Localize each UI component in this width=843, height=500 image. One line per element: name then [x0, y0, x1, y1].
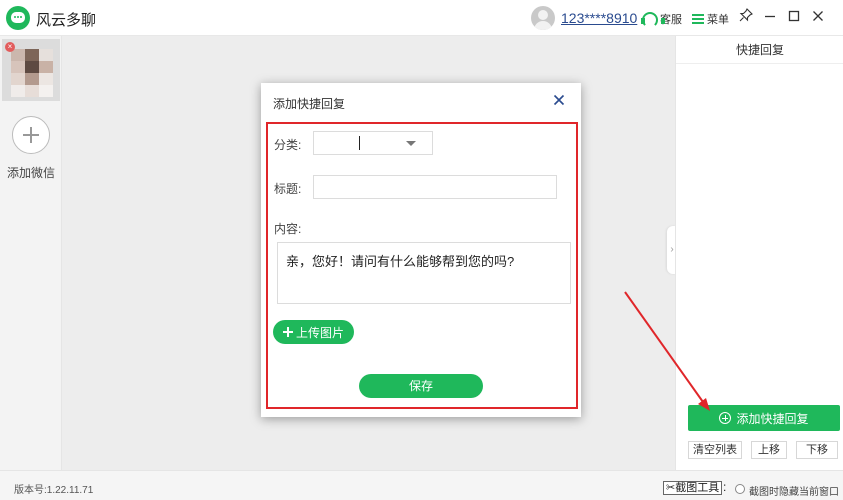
user-avatar-icon[interactable] [531, 6, 555, 30]
content-textarea[interactable]: 亲，您好！请问有什么能够帮到您的吗? [277, 242, 571, 304]
add-wechat-label[interactable]: 添加微信 [0, 164, 62, 181]
user-name-link[interactable]: 123****8910 [561, 10, 637, 26]
status-bar: 版本号:1.22.11.71 ✂截图工具 : 截图时隐藏当前窗口 [0, 470, 843, 500]
close-icon [813, 11, 823, 21]
blurred-avatar-image [11, 49, 53, 97]
close-window-button[interactable] [809, 8, 827, 26]
quick-reply-header: 快捷回复 [676, 36, 843, 64]
maximize-icon [788, 10, 800, 22]
save-button[interactable]: 保存 [359, 374, 483, 398]
upload-image-button[interactable]: 上传图片 [273, 320, 354, 344]
text-caret [359, 136, 360, 150]
maximize-button[interactable] [785, 8, 803, 26]
menu-icon [692, 14, 704, 24]
quick-reply-panel: 快捷回复 添加快捷回复 清空列表 上移 下移 [675, 36, 843, 470]
menu-label: 菜单 [707, 14, 729, 26]
menu-button[interactable]: 菜单 [692, 11, 729, 27]
chat-bubble-logo-icon [6, 6, 30, 30]
upload-image-label: 上传图片 [295, 325, 344, 340]
minimize-button[interactable] [761, 8, 779, 26]
add-quick-reply-label: 添加快捷回复 [736, 411, 809, 426]
close-icon [553, 94, 565, 106]
colon-separator: : [723, 480, 727, 494]
wechat-account-avatar[interactable]: × [2, 39, 60, 101]
title-label: 标题: [274, 182, 302, 196]
pin-icon [739, 8, 753, 22]
pin-button[interactable] [737, 8, 755, 26]
category-select[interactable] [313, 131, 433, 155]
add-wechat-button[interactable] [12, 116, 50, 154]
clear-list-button[interactable]: 清空列表 [688, 441, 742, 459]
minimize-icon [765, 15, 775, 18]
screenshot-tool-button[interactable]: ✂截图工具 [663, 481, 723, 495]
scissors-icon: ✂ [666, 482, 676, 494]
title-bar: 风云多聊 123****8910 客服 菜单 [0, 0, 843, 36]
plus-circle-icon [719, 412, 732, 424]
hide-window-label[interactable]: 截图时隐藏当前窗口 [749, 483, 839, 498]
content-label: 内容: [274, 222, 302, 236]
remove-account-icon[interactable]: × [5, 42, 15, 52]
dialog-title: 添加快捷回复 [273, 97, 346, 111]
dropdown-arrow-icon [406, 141, 416, 146]
add-quick-reply-button[interactable]: 添加快捷回复 [688, 405, 840, 431]
dialog-close-button[interactable] [552, 94, 566, 108]
hide-window-radio[interactable] [735, 484, 745, 494]
support-button[interactable]: 客服 [641, 11, 682, 28]
screenshot-tool-label: 截图工具 [675, 482, 720, 494]
move-up-button[interactable]: 上移 [751, 441, 787, 459]
title-input[interactable] [313, 175, 557, 199]
app-title: 风云多聊 [36, 12, 97, 29]
headset-icon [641, 12, 665, 28]
plus-icon [282, 327, 293, 337]
move-down-button[interactable]: 下移 [796, 441, 838, 459]
version-label: 版本号:1.22.11.71 [14, 485, 94, 496]
category-label: 分类: [274, 138, 302, 152]
account-sidebar: × 添加微信 [0, 36, 62, 470]
